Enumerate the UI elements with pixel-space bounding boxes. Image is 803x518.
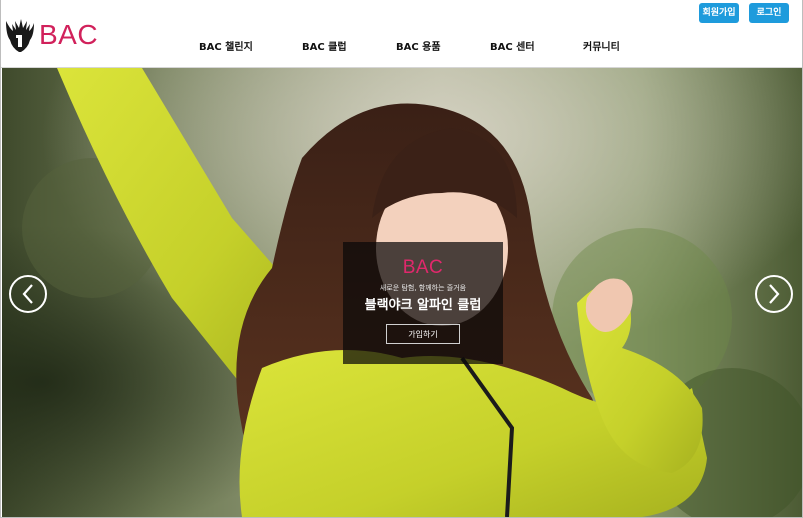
promo-subtitle: 새로운 탐험, 함께하는 즐거움 xyxy=(379,284,467,292)
chevron-right-icon xyxy=(769,284,780,304)
slider-next-button[interactable] xyxy=(755,275,793,313)
site-header: BAC 회원가입 로그인 BAC 챌린지 BAC 클럽 BAC 용품 BAC 센… xyxy=(1,0,802,68)
slider-prev-button[interactable] xyxy=(9,275,47,313)
nav-item-bac-gear[interactable]: BAC 용품 xyxy=(396,38,441,53)
nav-item-bac-club[interactable]: BAC 클럽 xyxy=(302,38,347,53)
promo-logo: BAC xyxy=(402,257,444,278)
nav-item-community[interactable]: 커뮤니티 xyxy=(583,38,620,53)
page: BAC 회원가입 로그인 BAC 챌린지 BAC 클럽 BAC 용품 BAC 센… xyxy=(0,0,803,518)
login-button[interactable]: 로그인 xyxy=(749,3,789,23)
nav-item-bac-center[interactable]: BAC 센터 xyxy=(490,38,535,53)
hero-slider: BAC 새로운 탐험, 함께하는 즐거움 블랙야크 알파인 클럽 가입하기 xyxy=(2,68,802,517)
promo-join-button[interactable]: 가입하기 xyxy=(386,324,460,344)
promo-title: 블랙야크 알파인 클럽 xyxy=(364,298,482,313)
chevron-left-icon xyxy=(22,284,33,304)
nav-item-bac-challenge[interactable]: BAC 챌린지 xyxy=(199,38,253,53)
join-button[interactable]: 회원가입 xyxy=(699,3,739,23)
main-nav: BAC 챌린지 BAC 클럽 BAC 용품 BAC 센터 커뮤니티 xyxy=(1,38,802,54)
promo-overlay: BAC 새로운 탐험, 함께하는 즐거움 블랙야크 알파인 클럽 가입하기 xyxy=(343,242,503,364)
